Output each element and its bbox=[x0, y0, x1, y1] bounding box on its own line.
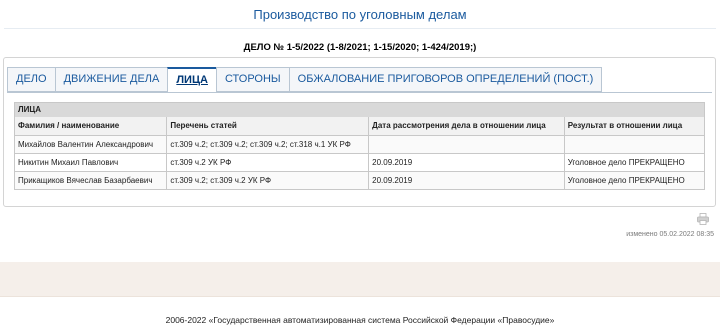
column-header-result: Результат в отношении лица bbox=[564, 117, 704, 136]
cell-name: Никитин Михаил Павлович bbox=[15, 153, 168, 172]
page-title: Производство по уголовным делам bbox=[253, 7, 467, 22]
footer-copyright: 2006-2022 «Государственная автоматизиров… bbox=[165, 315, 555, 325]
cell-articles: ст.309 ч.2; ст.309 ч.2; ст.309 ч.2; ст.3… bbox=[166, 135, 370, 154]
cell-articles: ст.309 ч.2 УК РФ bbox=[166, 153, 370, 172]
persons-table-caption: ЛИЦА bbox=[15, 103, 704, 117]
table-row: Михайлов Валентин Александрович ст.309 ч… bbox=[15, 135, 704, 154]
cell-result bbox=[564, 135, 704, 154]
persons-table: ЛИЦА Фамилия / наименование Перечень ста… bbox=[14, 102, 705, 190]
cell-date: 20.09.2019 bbox=[368, 171, 565, 189]
tab-bar: ДЕЛО ДВИЖЕНИЕ ДЕЛА ЛИЦА СТОРОНЫ ОБЖАЛОВА… bbox=[7, 67, 603, 93]
cell-name: Михайлов Валентин Александрович bbox=[15, 135, 168, 154]
cell-date: 20.09.2019 bbox=[368, 153, 565, 172]
persons-grid: Фамилия / наименование Перечень статей Д… bbox=[15, 117, 704, 189]
title-divider bbox=[4, 28, 716, 29]
case-number: ДЕЛО № 1-5/2022 (1-8/2021; 1-15/2020; 1-… bbox=[243, 42, 477, 53]
modified-timestamp: изменено 05.02.2022 08:35 bbox=[626, 231, 714, 238]
footer-band bbox=[0, 262, 720, 296]
column-header-name: Фамилия / наименование bbox=[15, 117, 168, 136]
tab-case-movement[interactable]: ДВИЖЕНИЕ ДЕЛА bbox=[54, 67, 168, 92]
cell-result: Уголовное дело ПРЕКРАЩЕНО bbox=[564, 153, 704, 172]
tab-parties[interactable]: СТОРОНЫ bbox=[215, 67, 289, 92]
case-panel: ДЕЛО ДВИЖЕНИЕ ДЕЛА ЛИЦА СТОРОНЫ ОБЖАЛОВА… bbox=[3, 57, 716, 207]
tab-case[interactable]: ДЕЛО bbox=[7, 67, 55, 92]
content-area: Производство по уголовным делам ДЕЛО № 1… bbox=[0, 0, 720, 262]
tab-persons[interactable]: ЛИЦА bbox=[167, 67, 216, 93]
cell-date bbox=[368, 135, 565, 154]
printer-icon[interactable] bbox=[697, 212, 709, 225]
table-row: Никитин Михаил Павлович ст.309 ч.2 УК РФ… bbox=[15, 153, 704, 172]
table-header-row: Фамилия / наименование Перечень статей Д… bbox=[15, 117, 704, 136]
cell-name: Прикащиков Вячеслав Базарбаевич bbox=[15, 171, 168, 189]
cell-articles: ст.309 ч.2; ст.309 ч.2 УК РФ bbox=[166, 171, 370, 189]
column-header-date: Дата рассмотрения дела в отношении лица bbox=[368, 117, 565, 136]
tab-underline bbox=[7, 92, 712, 93]
cell-result: Уголовное дело ПРЕКРАЩЕНО bbox=[564, 171, 704, 189]
column-header-articles: Перечень статей bbox=[166, 117, 370, 136]
footer-divider bbox=[0, 296, 720, 297]
tab-appeals[interactable]: ОБЖАЛОВАНИЕ ПРИГОВОРОВ ОПРЕДЕЛЕНИЙ (ПОСТ… bbox=[288, 67, 603, 92]
table-row: Прикащиков Вячеслав Базарбаевич ст.309 ч… bbox=[15, 171, 704, 189]
